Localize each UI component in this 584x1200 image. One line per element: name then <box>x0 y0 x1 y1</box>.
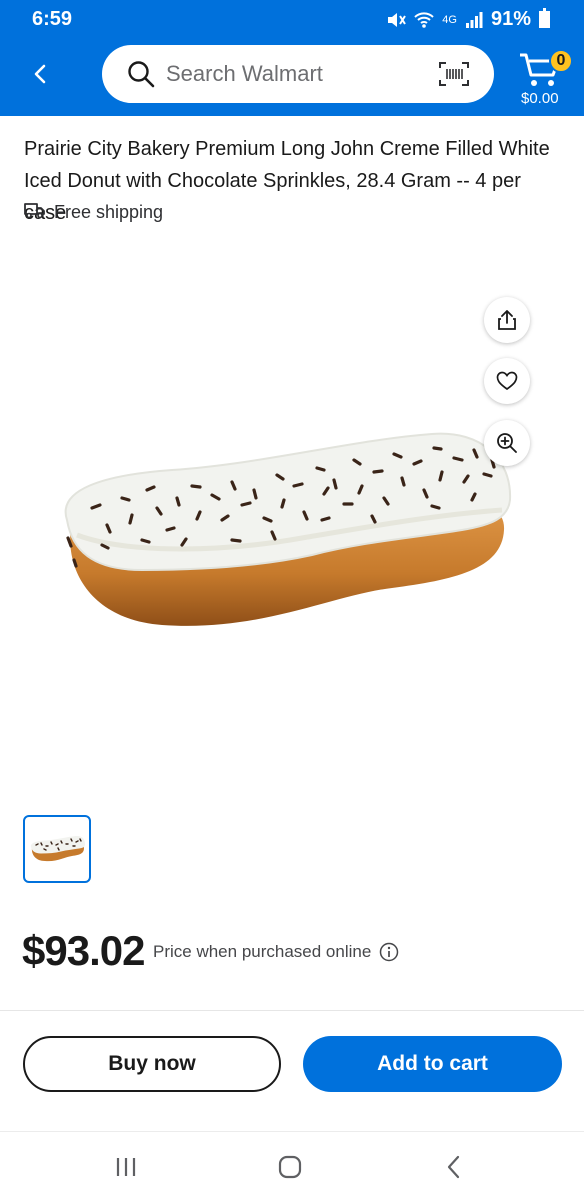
cart-total: $0.00 <box>521 90 559 107</box>
product-image[interactable] <box>32 420 522 645</box>
zoom-in-icon <box>497 433 517 453</box>
search-placeholder: Search Walmart <box>166 61 323 86</box>
system-navigation-bar <box>0 1131 584 1200</box>
heart-icon <box>496 371 518 391</box>
recent-apps-icon <box>116 1158 136 1176</box>
shipping-info: Free shipping <box>24 201 163 224</box>
info-icon[interactable] <box>379 942 399 962</box>
battery-icon <box>539 8 550 28</box>
shipping-label: Free shipping <box>54 202 164 222</box>
cart-button[interactable]: 0 $0.00 <box>512 46 576 112</box>
add-to-cart-button[interactable]: Add to cart <box>303 1036 562 1092</box>
status-time: 6:59 <box>32 8 73 30</box>
signal-icon <box>465 11 483 28</box>
product-price: $93.02 <box>22 927 145 974</box>
share-button[interactable] <box>484 297 530 343</box>
recent-apps-button[interactable] <box>106 1152 146 1182</box>
network-type: 4G <box>442 13 457 26</box>
chevron-left-icon <box>34 64 46 84</box>
favorite-button[interactable] <box>484 358 530 404</box>
wifi-icon <box>414 11 434 29</box>
home-button[interactable] <box>270 1152 310 1182</box>
share-icon <box>498 310 516 330</box>
price-note-label: Price when purchased online <box>153 942 372 961</box>
back-icon <box>447 1155 460 1179</box>
search-input[interactable]: Search Walmart <box>102 45 494 103</box>
price-note: Price when purchased online <box>153 942 399 962</box>
mute-icon <box>386 11 407 29</box>
home-icon <box>278 1155 302 1179</box>
truck-icon <box>24 201 46 224</box>
zoom-button[interactable] <box>484 420 530 466</box>
status-bar: 6:59 4G 91% <box>0 0 584 38</box>
barcode-icon[interactable] <box>438 61 470 92</box>
buy-now-button[interactable]: Buy now <box>23 1036 281 1092</box>
status-icons: 4G 91% <box>386 8 550 31</box>
system-back-button[interactable] <box>434 1152 474 1182</box>
back-button[interactable] <box>22 56 58 92</box>
battery-percent: 91% <box>490 8 531 30</box>
purchase-action-bar: Buy now Add to cart <box>0 1010 584 1130</box>
search-icon <box>127 60 155 93</box>
cart-count-badge: 0 <box>549 49 573 73</box>
app-header: 6:59 4G 91% Search Walmart 0 $0.00 <box>0 0 584 116</box>
product-thumbnail[interactable] <box>23 815 91 883</box>
